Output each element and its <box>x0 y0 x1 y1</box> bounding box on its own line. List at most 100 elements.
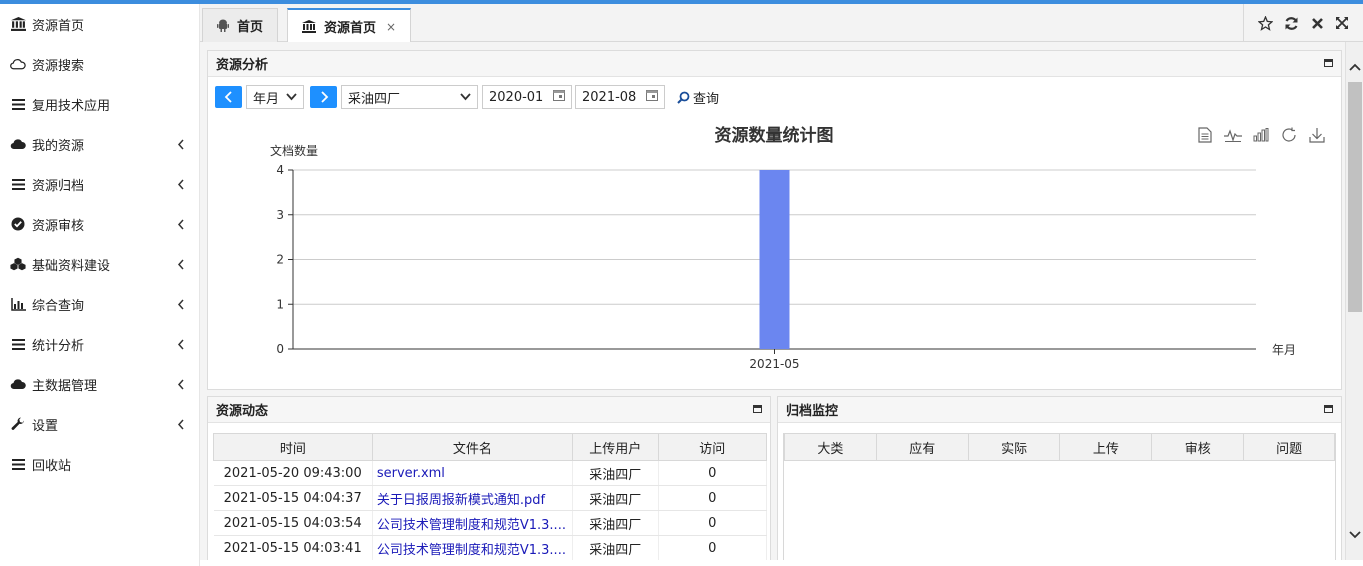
fullscreen-icon[interactable] <box>1335 16 1349 30</box>
sidebar-item[interactable]: 资源归档 <box>0 164 199 204</box>
y-tick-label: 4 <box>276 163 284 177</box>
restore-icon[interactable] <box>1279 125 1299 145</box>
chevron-left-icon <box>175 337 187 351</box>
date-to-input[interactable]: 2021-08 <box>575 85 665 109</box>
minimize-icon[interactable] <box>753 405 762 413</box>
query-button[interactable]: 查询 <box>677 88 719 107</box>
data-view-icon[interactable] <box>1195 125 1215 145</box>
refresh-icon[interactable] <box>1284 16 1299 31</box>
line-chart-icon[interactable] <box>1223 125 1243 145</box>
cell-file-link[interactable]: 公司技术管理制度和规范V1.3.... <box>372 510 573 536</box>
col-visits[interactable]: 访问 <box>657 433 767 461</box>
date-to-value: 2021-08 <box>582 89 637 105</box>
col-file[interactable]: 文件名 <box>371 433 573 461</box>
sidebar-item[interactable]: 基础资料建设 <box>0 244 199 284</box>
scrollbar-thumb[interactable] <box>1348 82 1362 312</box>
col-expected[interactable]: 应有 <box>875 433 969 461</box>
tab-resource-home[interactable]: 资源首页 × <box>287 8 412 43</box>
list-icon <box>10 96 26 112</box>
minimize-icon[interactable] <box>1324 405 1333 413</box>
col-category[interactable]: 大类 <box>784 433 877 461</box>
sidebar: 资源首页资源搜索复用技术应用我的资源资源归档资源审核 基础资料建设 综合查询 统计分析… <box>0 4 200 566</box>
calendar-icon[interactable] <box>646 89 658 105</box>
scroll-down-icon[interactable] <box>1346 526 1363 544</box>
chevron-down-icon <box>286 90 297 105</box>
cell-file-link[interactable]: 关于日报周报新模式通知.pdf <box>372 485 573 511</box>
y-tick-label: 2 <box>276 253 284 267</box>
table-row[interactable]: 2021-05-15 04:03:54 公司技术管理制度和规范V1.3.... … <box>213 510 767 536</box>
prev-button[interactable] <box>215 86 242 108</box>
y-tick-label: 1 <box>276 297 284 311</box>
tab-label: 资源首页 <box>324 21 377 36</box>
sidebar-item[interactable]: 综合查询 <box>0 284 199 324</box>
bar-chart-icon[interactable] <box>1251 125 1271 145</box>
sidebar-item[interactable]: 资源审核 <box>0 204 199 244</box>
tab-home[interactable]: 首页 <box>202 8 279 42</box>
unit-select-value: 采油四厂 <box>348 91 401 107</box>
next-button[interactable] <box>310 86 337 108</box>
date-from-input[interactable]: 2020-01 <box>482 85 572 109</box>
cell-user: 采油四厂 <box>572 510 659 536</box>
star-icon[interactable] <box>1257 15 1273 31</box>
cell-time: 2021-05-15 04:03:41 <box>213 535 373 560</box>
scroll-up-icon[interactable] <box>1346 58 1363 76</box>
chevron-left-icon <box>175 257 187 271</box>
bank-icon <box>302 20 316 33</box>
panel-title: 归档监控 <box>786 404 839 419</box>
table-row[interactable]: 2021-05-15 04:03:41 公司技术管理制度和规范V1.3.... … <box>213 535 767 560</box>
col-reviewed[interactable]: 审核 <box>1151 433 1245 461</box>
sidebar-item-label: 主数据管理 <box>32 378 98 394</box>
cell-visits: 0 <box>658 510 767 536</box>
cell-visits: 0 <box>658 535 767 560</box>
table-row[interactable]: 2021-05-15 04:04:37 关于日报周报新模式通知.pdf 采油四厂… <box>213 485 767 511</box>
sidebar-item[interactable]: 设置 <box>0 404 199 444</box>
sidebar-item[interactable]: 统计分析 <box>0 324 199 364</box>
cell-file-link[interactable]: 公司技术管理制度和规范V1.3.... <box>372 535 573 560</box>
sidebar-item[interactable]: 资源搜索 <box>0 44 199 84</box>
sidebar-item-label: 资源归档 <box>32 178 85 194</box>
sidebar-item-label: 设置 <box>32 418 59 434</box>
list-icon <box>10 176 26 192</box>
sidebar-item[interactable]: 回收站 <box>0 444 199 484</box>
sidebar-item[interactable]: 资源首页 <box>0 4 199 44</box>
chevron-left-icon <box>175 217 187 231</box>
sidebar-item[interactable]: 主数据管理 <box>0 364 199 404</box>
sidebar-item-label: 回收站 <box>32 458 72 474</box>
chevron-down-icon <box>460 90 471 105</box>
minimize-icon[interactable] <box>1324 59 1333 67</box>
close-all-icon[interactable] <box>1311 17 1324 30</box>
table-row[interactable]: 2021-05-20 09:43:00 server.xml 采油四厂 0 <box>213 460 767 486</box>
tab-tools <box>1243 4 1363 42</box>
col-uploaded[interactable]: 上传 <box>1059 433 1153 461</box>
x-axis-label: 年月 <box>1272 343 1296 357</box>
cell-user: 采油四厂 <box>572 460 659 486</box>
sidebar-item-label: 资源搜索 <box>32 58 85 74</box>
activity-panel: 资源动态 时间 文件名 上传用户 访问 2021-05-20 09:43:00 … <box>207 396 771 560</box>
sidebar-item[interactable]: 复用技术应用 <box>0 84 199 124</box>
chevron-left-icon <box>175 417 187 431</box>
cloud-icon <box>10 376 26 392</box>
close-icon[interactable]: × <box>386 20 396 34</box>
chevron-left-icon <box>175 177 187 191</box>
col-problems[interactable]: 问题 <box>1243 433 1335 461</box>
unit-select[interactable]: 采油四厂 <box>341 85 478 109</box>
analysis-panel: 资源分析 年月 采油四厂 2020-01 2021-08 查询 资源数量统计图 … <box>207 50 1342 390</box>
y-tick-label: 3 <box>276 208 284 222</box>
period-select[interactable]: 年月 <box>246 85 304 109</box>
col-user[interactable]: 上传用户 <box>571 433 659 461</box>
col-actual[interactable]: 实际 <box>967 433 1061 461</box>
panel-title: 资源分析 <box>216 58 269 73</box>
cloud-outline-icon <box>10 56 26 72</box>
chart-toolbox <box>1195 125 1327 145</box>
main-content: 资源分析 年月 采油四厂 2020-01 2021-08 查询 资源数量统计图 … <box>200 42 1345 560</box>
wrench-icon <box>10 416 26 432</box>
download-icon[interactable] <box>1307 125 1327 145</box>
cell-file-link[interactable]: server.xml <box>372 460 573 486</box>
cubes-icon <box>10 256 26 272</box>
page-scrollbar[interactable] <box>1345 42 1363 560</box>
calendar-icon[interactable] <box>553 89 565 105</box>
col-time[interactable]: 时间 <box>213 433 373 461</box>
sidebar-item-label: 复用技术应用 <box>32 98 111 114</box>
cell-visits: 0 <box>658 460 767 486</box>
sidebar-item[interactable]: 我的资源 <box>0 124 199 164</box>
